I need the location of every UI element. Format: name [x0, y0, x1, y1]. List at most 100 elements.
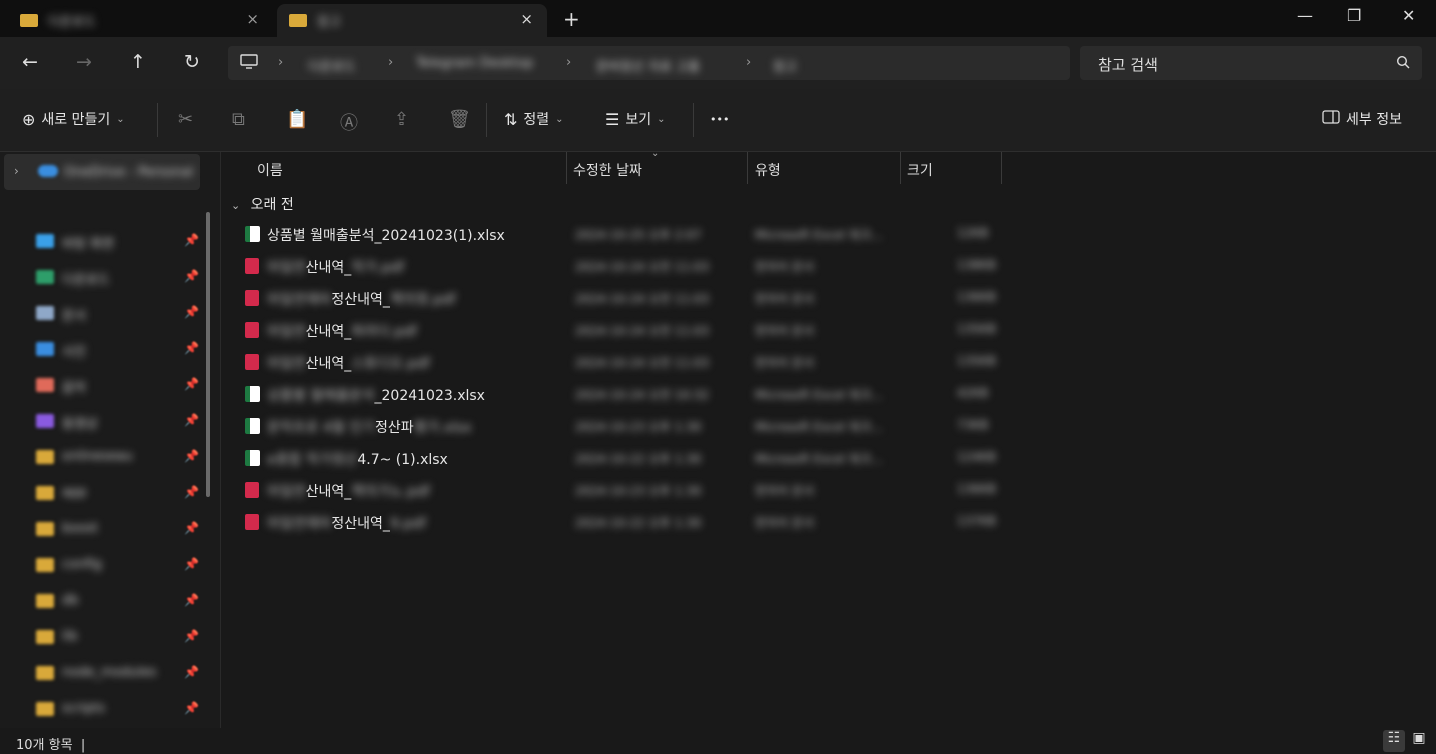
paste-icon[interactable]: 📋 — [286, 109, 308, 130]
sidebar-item[interactable]: 사진 📌 — [36, 338, 199, 362]
pin-icon[interactable]: 📌 — [184, 665, 199, 679]
sidebar-item[interactable]: app 📌 — [36, 482, 199, 506]
file-size: 73KB — [957, 418, 989, 432]
sidebar-item-label: OneDrive - Personal — [64, 165, 194, 180]
delete-icon[interactable]: 🗑 — [448, 109, 471, 130]
sidebar-item-onedrive[interactable]: › OneDrive - Personal — [4, 154, 200, 190]
breadcrumb-folder[interactable]: 문버정산 자료 고품 — [596, 56, 700, 75]
pin-icon[interactable]: 📌 — [184, 341, 199, 355]
file-row[interactable]: 마일연산내역_스튜디오.pdf 2024-10-24 오전 11:03 한자어 문서… — [241, 346, 1001, 378]
file-name: 상품별 월매출분석_20241023.xlsx — [267, 388, 485, 404]
sidebar-item[interactable]: lib 📌 — [36, 626, 199, 650]
copy-icon[interactable]: ⧉ — [232, 109, 245, 130]
sidebar-item[interactable]: db 📌 — [36, 590, 199, 614]
breadcrumb-telegram[interactable]: Telegram Desktop — [416, 56, 533, 71]
close-window-icon[interactable]: ✕ — [1402, 6, 1415, 25]
new-tab-icon[interactable]: + — [563, 7, 580, 31]
sidebar-item-label: 바탕 화면 — [62, 237, 114, 252]
file-row[interactable]: 상품별 월매출분석_20241023.xlsx 2024-10-24 오전 10:… — [241, 378, 1001, 410]
sidebar-item-label: lib — [62, 629, 78, 644]
file-name: 마일연산내역_파라다.pdf — [267, 324, 418, 340]
pin-icon[interactable]: 📌 — [184, 233, 199, 247]
group-header[interactable]: ⌄ 오래 전 — [231, 194, 294, 214]
pin-icon[interactable]: 📌 — [184, 305, 199, 319]
tiles-view-icon[interactable]: ▣ — [1408, 730, 1430, 752]
pin-icon[interactable]: 📌 — [184, 629, 199, 643]
pin-icon[interactable]: 📌 — [184, 557, 199, 571]
new-button[interactable]: ⊕ 새로 만들기 ⌄ — [22, 109, 125, 129]
pin-icon[interactable]: 📌 — [184, 449, 199, 463]
folder-icon — [36, 522, 54, 536]
pin-icon[interactable]: 📌 — [184, 701, 199, 715]
search-icon — [1396, 55, 1410, 73]
column-header-date[interactable]: 수정한 날짜 ⌄ — [567, 148, 747, 184]
sidebar-item[interactable]: boost 📌 — [36, 518, 199, 542]
sidebar-item[interactable]: 음악 📌 — [36, 374, 199, 398]
file-type: 한자어 문서 — [755, 260, 815, 274]
more-options-icon[interactable]: ••• — [710, 113, 729, 126]
file-type: Microsoft Excel 워크... — [755, 228, 883, 242]
tab-close-icon[interactable]: × — [246, 10, 259, 28]
refresh-icon[interactable]: ↻ — [184, 51, 200, 73]
details-pane-button[interactable]: 세부 정보 — [1322, 109, 1402, 129]
column-header-name[interactable]: 이름 — [221, 152, 566, 184]
file-size: 136KB — [957, 482, 997, 496]
cut-icon[interactable]: ✂ — [178, 109, 193, 130]
tab-close-icon[interactable]: × — [520, 10, 533, 28]
sidebar-item[interactable]: 동영상 📌 — [36, 410, 199, 434]
column-header-size[interactable]: 크기 — [901, 152, 1001, 184]
file-size: 42KB — [957, 386, 989, 400]
pin-icon[interactable]: 📌 — [184, 413, 199, 427]
sidebar-item[interactable]: config 📌 — [36, 554, 199, 578]
breadcrumb-downloads[interactable]: 다운로드 — [308, 56, 356, 75]
column-header-type[interactable]: 유형 — [748, 152, 900, 184]
breadcrumb-current[interactable]: 참고 — [773, 56, 797, 75]
file-row[interactable]: 마일연산내역_파라다.pdf 2024-10-24 오전 11:03 한자어 문서 1… — [241, 314, 1001, 346]
pin-icon[interactable]: 📌 — [184, 593, 199, 607]
minimize-icon[interactable]: — — [1297, 6, 1313, 25]
file-row[interactable]: e종합 작가정산4.7~ (1).xlsx 2024-10-22 오후 1:30 M… — [241, 442, 1001, 474]
pin-icon[interactable]: 📌 — [184, 269, 199, 283]
pin-icon[interactable]: 📌 — [184, 521, 199, 535]
search-box[interactable]: 참고 검색 — [1080, 46, 1422, 80]
file-name: 마일연산내역_책의가노.pdf — [267, 484, 430, 500]
forward-icon[interactable]: → — [76, 51, 92, 73]
address-bar[interactable]: › 다운로드 › Telegram Desktop › 문버정산 자료 고품 ›… — [228, 46, 1070, 80]
file-row[interactable]: 마일연재마정산내역_책의정.pdf 2024-10-24 오전 11:03 한자어 … — [241, 282, 1001, 314]
sidebar-item[interactable]: 바탕 화면 📌 — [36, 230, 199, 254]
pdf-file-icon — [245, 354, 259, 370]
sidebar-item[interactable]: node_modules 📌 — [36, 662, 199, 686]
file-row[interactable]: 마일연재마정산내역_9.pdf 2024-10-22 오후 1:30 한자어 문서 1… — [241, 506, 1001, 538]
sidebar-item[interactable]: scripts 📌 — [36, 698, 199, 722]
details-view-icon[interactable]: ☷ — [1383, 730, 1405, 752]
restore-icon[interactable]: ❐ — [1347, 6, 1361, 25]
sort-button[interactable]: ⇅ 정렬 ⌄ — [504, 109, 564, 129]
file-row[interactable]: 마일연산내역_작가.pdf 2024-10-24 오전 11:03 한자어 문서 13… — [241, 250, 1001, 282]
sidebar-item-label: 문서 — [62, 309, 86, 324]
pin-icon[interactable]: 📌 — [184, 377, 199, 391]
tab-reference[interactable]: 참고 × — [277, 4, 547, 37]
chevron-down-icon: ⌄ — [657, 113, 666, 125]
up-icon[interactable]: ↑ — [130, 51, 146, 73]
folder-icon — [36, 486, 54, 500]
pin-icon[interactable]: 📌 — [184, 485, 199, 499]
file-row[interactable]: 문작프로 4월 인기정산파평가.xlsx 2024-10-23 오후 1:30 Mi… — [241, 410, 1001, 442]
tab-downloads[interactable]: 다운로드 × — [8, 4, 273, 37]
file-row[interactable]: 상품별 월매출분석_20241023(1).xlsx 2024-10-25 오후 … — [241, 218, 1001, 250]
sidebar-item[interactable]: 다운로드 📌 — [36, 266, 199, 290]
sidebar-scrollbar[interactable] — [206, 212, 210, 497]
view-button[interactable]: ☰ 보기 ⌄ — [605, 109, 666, 129]
sidebar-item[interactable]: 문서 📌 — [36, 302, 199, 326]
file-row[interactable]: 마일연산내역_책의가노.pdf 2024-10-23 오후 1:30 한자어 문서 1… — [241, 474, 1001, 506]
file-date: 2024-10-24 오전 11:03 — [575, 260, 710, 274]
pdf-file-icon — [245, 514, 259, 530]
sort-desc-icon: ⌄ — [651, 148, 660, 159]
share-icon[interactable]: ⇪ — [394, 109, 409, 130]
column-divider[interactable] — [1001, 152, 1002, 184]
file-name: 마일연산내역_스튜디오.pdf — [267, 356, 430, 372]
divider — [693, 103, 694, 137]
back-icon[interactable]: ← — [22, 51, 38, 73]
chevron-right-icon[interactable]: › — [14, 164, 19, 178]
rename-icon[interactable]: Ⓐ — [340, 109, 358, 135]
sidebar-item[interactable]: onlineseau 📌 — [36, 446, 199, 470]
